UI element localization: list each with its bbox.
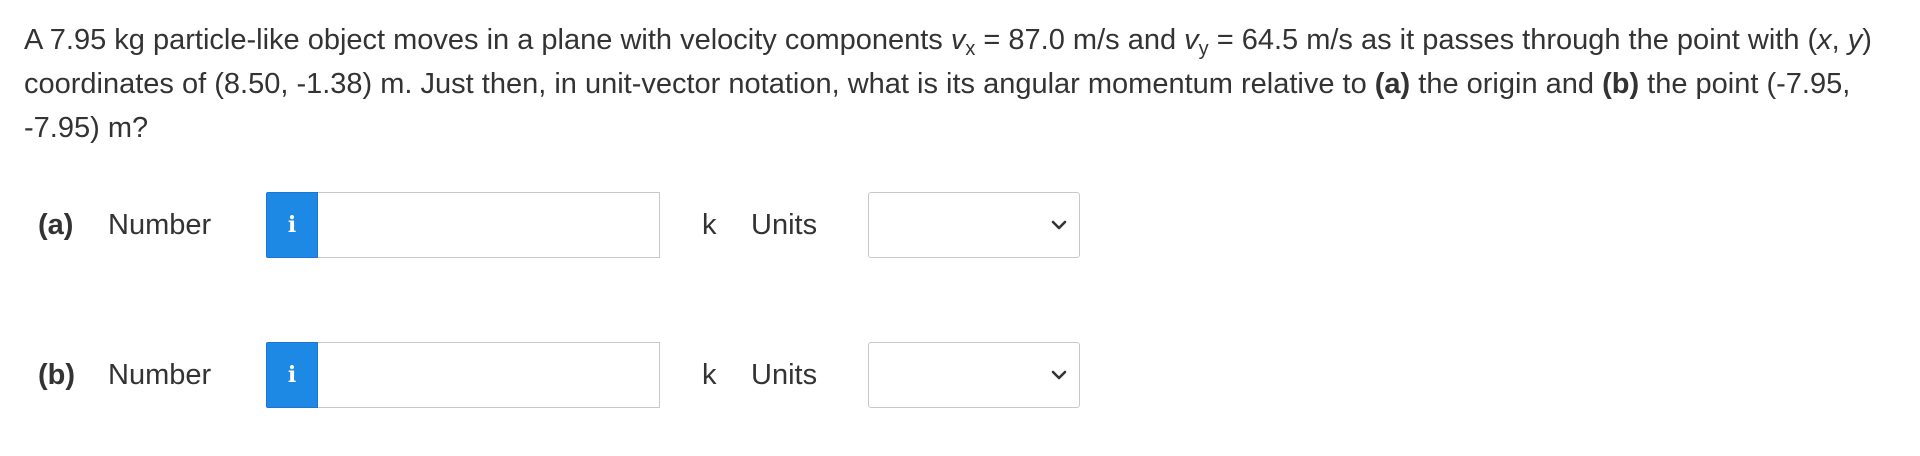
part-label: (b): [38, 359, 76, 391]
units-dropdown[interactable]: [868, 192, 1080, 258]
question-text: A 7.95 kg particle-like object moves in …: [24, 18, 1884, 150]
number-input[interactable]: [318, 342, 660, 408]
question-text-segment: = 64.5 m/s as it passes through the poin…: [1208, 24, 1818, 56]
x-variable: x: [1817, 24, 1832, 56]
units-label: Units: [751, 209, 818, 241]
chevron-down-icon: [1051, 370, 1067, 380]
question-text-segment: the origin and: [1410, 68, 1603, 100]
info-icon-button[interactable]: i: [266, 342, 318, 408]
velocity-y-subscript: y: [1198, 38, 1209, 60]
velocity-symbol: v: [1184, 24, 1199, 56]
question-text-segment: A 7.95 kg particle-like object moves in …: [24, 24, 951, 56]
y-variable: y: [1847, 24, 1863, 56]
chevron-down-icon: [1051, 220, 1067, 230]
number-label: Number: [108, 359, 212, 391]
velocity-symbol: v: [950, 24, 966, 56]
question-part-a-label: (a): [1374, 68, 1411, 100]
units-dropdown[interactable]: [868, 342, 1080, 408]
question-part-b-label: (b): [1602, 68, 1640, 100]
question-text-segment: = 87.0 m/s and: [975, 24, 1185, 56]
answer-row-b: (b) Number i k Units: [0, 342, 1200, 408]
question-text-segment: ,: [1831, 24, 1848, 56]
answer-row-a: (a) Number i k Units: [0, 192, 1200, 258]
number-input[interactable]: [318, 192, 660, 258]
unit-vector-label: k: [702, 209, 717, 241]
number-label: Number: [108, 209, 212, 241]
info-icon-button[interactable]: i: [266, 192, 318, 258]
velocity-x-subscript: x: [965, 38, 976, 60]
part-label: (a): [38, 209, 74, 241]
unit-vector-label: k: [702, 359, 717, 391]
units-label: Units: [751, 359, 818, 391]
